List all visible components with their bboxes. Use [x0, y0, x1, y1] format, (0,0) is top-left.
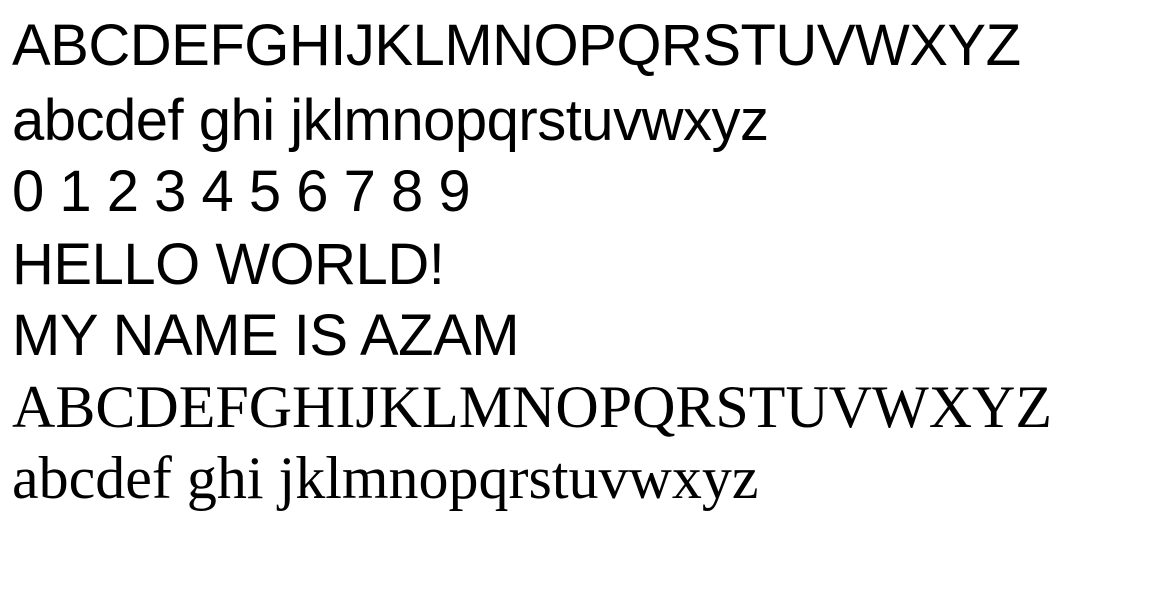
name-line: MY NAME IS AZAM — [12, 303, 520, 368]
uppercase-serif-line: ABCDEFGHIJKLMNOPQRSTUVWXYZ — [12, 374, 1053, 440]
digits-sans-line: 0 1 2 3 4 5 6 7 8 9 — [12, 159, 471, 224]
font-sample-page: ABCDEFGHIJKLMNOPQRSTUVWXYZ abcdef ghi jk… — [0, 0, 1162, 594]
hello-world-line: HELLO WORLD! — [12, 232, 445, 297]
lowercase-serif-line: abcdef ghi jklmnopqrstuvwxyz — [12, 445, 759, 511]
lowercase-sans-line: abcdef ghi jklmnopqrstuvwxyz — [12, 88, 769, 153]
uppercase-sans-line: ABCDEFGHIJKLMNOPQRSTUVWXYZ — [12, 13, 1021, 78]
